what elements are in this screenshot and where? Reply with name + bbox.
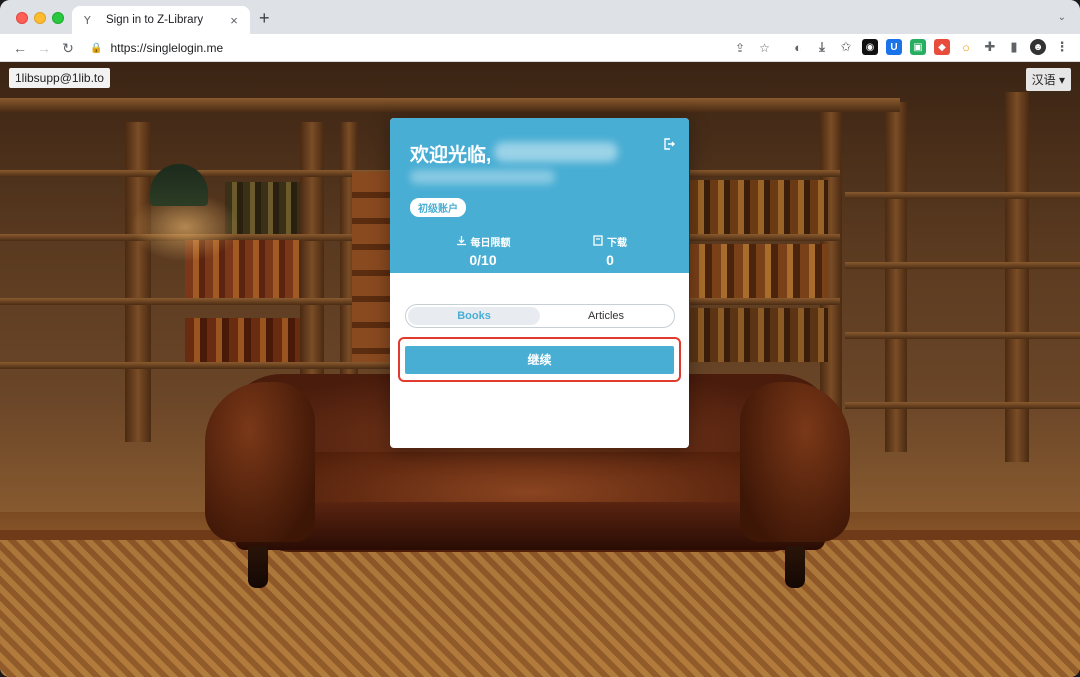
download-icon[interactable]: ⤓ [814,39,830,55]
extension-swirl-icon[interactable]: ◐ [790,39,806,55]
greeting-title: 欢迎光临, [410,145,492,166]
extension-ring-icon[interactable]: ○ [958,39,974,55]
redacted-username [494,142,618,162]
url-text[interactable]: https://singlelogin.me [110,41,223,55]
address-bar[interactable]: 🔒 https://singlelogin.me [86,37,786,59]
sofa-leg [785,546,805,588]
shelf [690,234,840,241]
content-type-toggle: Books Articles [405,304,675,328]
menu-kebab-icon[interactable]: ⋮ [1054,39,1070,55]
books-row [690,244,828,298]
book-icon [593,234,603,249]
page-viewport: 1libsupp@1lib.to 汉语 ▾ 欢迎光临, 初级账户 每日限额 0/… [0,62,1080,677]
browser-window: Y Sign in to Z-Library × + ⌄ ← → ↻ 🔒 htt… [0,0,1080,677]
language-select[interactable]: 汉语 ▾ [1025,68,1071,91]
shelf [0,298,400,305]
daily-limit-value: 0/10 [469,252,497,268]
sidebar-icon[interactable]: ▮ [1006,39,1022,55]
books-row [690,180,828,234]
extensions-puzzle-icon[interactable]: ✚ [982,39,998,55]
tab-articles[interactable]: Articles [540,307,672,325]
shelf [845,332,1080,339]
shelf [690,298,840,305]
extension-u-icon[interactable]: U [886,39,902,55]
extension-shield-icon[interactable]: ◆ [934,39,950,55]
z-library-favicon-icon: Y [84,13,91,27]
downloads-value: 0 [606,252,614,268]
browser-toolbar: ← → ↻ 🔒 https://singlelogin.me ⇪ ☆ ◐ ⤓ ✩… [0,34,1080,62]
maximize-window-button[interactable] [52,12,64,24]
extension-save-icon[interactable]: ▣ [910,39,926,55]
daily-limit-stat: 每日限额 0/10 [428,234,538,268]
minimize-window-button[interactable] [34,12,46,24]
shelf [690,170,840,177]
browser-tab[interactable]: Y Sign in to Z-Library × [72,6,250,34]
downloads-stat: 下载 0 [555,234,665,268]
lock-icon[interactable]: 🔒 [90,43,102,54]
sofa-right-arm [740,382,850,542]
extension-star-icon[interactable]: ✩ [838,39,854,55]
close-window-button[interactable] [16,12,28,24]
login-card: 欢迎光临, 初级账户 每日限额 0/10 下载 0 Books Articles… [390,118,689,448]
sofa-base [235,502,825,550]
close-tab-icon[interactable]: × [226,13,242,28]
sofa-left-arm [205,382,315,542]
redacted-email [410,170,555,184]
new-tab-button[interactable]: + [259,9,270,27]
shelf [845,192,1080,199]
download-icon [456,235,467,249]
account-level-badge: 初级账户 [410,198,466,217]
downloads-label: 下载 [607,238,627,249]
continue-button-highlight [398,337,681,382]
logout-icon[interactable] [663,138,677,152]
forward-arrow-icon[interactable]: → [34,38,54,58]
rug-border [0,530,1080,677]
account-email-label[interactable]: 1libsupp@1lib.to [9,68,110,88]
sofa-leg [248,546,268,588]
daily-limit-label: 每日限额 [470,238,511,249]
tab-title: Sign in to Z-Library [106,14,204,26]
title-bar: Y Sign in to Z-Library × + ⌄ [0,0,1080,34]
shelf [0,362,400,369]
reload-icon[interactable]: ↻ [58,38,78,58]
books-row [185,318,300,362]
share-icon[interactable]: ⇪ [735,41,745,55]
books-row [690,308,828,362]
cornice [0,98,900,112]
bookmark-star-icon[interactable]: ☆ [759,41,770,55]
shelf [845,262,1080,269]
back-arrow-icon[interactable]: ← [10,38,30,58]
tab-books[interactable]: Books [408,307,540,325]
books-row [352,172,390,362]
shelf [845,402,1080,409]
profile-avatar-icon[interactable]: ☻ [1030,39,1046,55]
bookcase-pillar [885,102,907,452]
tab-search-chevron-icon[interactable]: ⌄ [1058,12,1066,23]
extensions-bar: ◐ ⤓ ✩ ◉ U ▣ ◆ ○ ✚ ▮ ☻ ⋮ [790,39,1070,55]
extension-ghost-icon[interactable]: ◉ [862,39,878,55]
card-header: 欢迎光临, 初级账户 每日限额 0/10 下载 0 [390,118,689,273]
